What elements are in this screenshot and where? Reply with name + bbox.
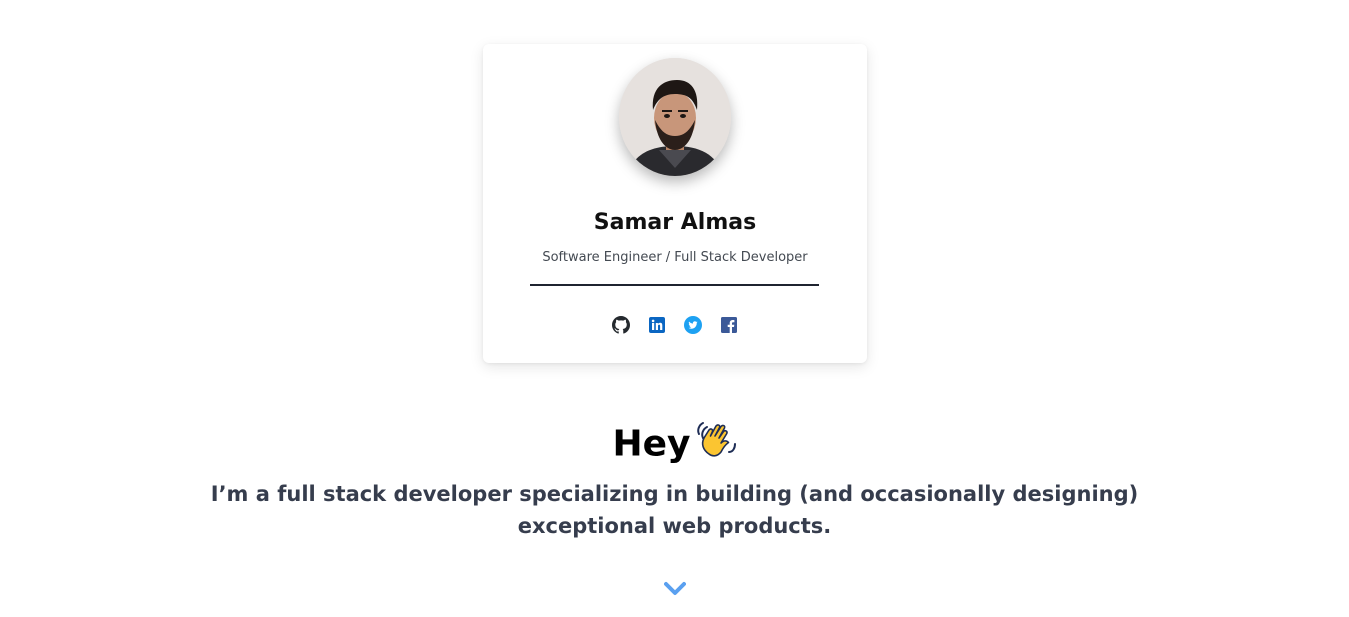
profile-role: Software Engineer / Full Stack Developer [542, 250, 808, 265]
page: Samar Almas Software Engineer / Full Sta… [0, 0, 1349, 617]
twitter-icon[interactable] [684, 316, 702, 334]
chevron-down-icon[interactable] [664, 578, 686, 598]
github-icon[interactable] [612, 316, 630, 334]
avatar [619, 58, 731, 176]
facebook-icon[interactable] [720, 316, 738, 334]
hero-subtitle: I’m a full stack developer specializing … [210, 482, 1139, 538]
profile-card: Samar Almas Software Engineer / Full Sta… [483, 44, 867, 363]
divider [530, 284, 819, 286]
linkedin-icon[interactable] [648, 316, 666, 334]
waving-hand-icon [695, 418, 737, 473]
hero-title-text: Hey [612, 423, 691, 465]
profile-name: Samar Almas [593, 210, 757, 235]
hero-title: Hey [0, 418, 1349, 473]
social-links [483, 316, 867, 334]
